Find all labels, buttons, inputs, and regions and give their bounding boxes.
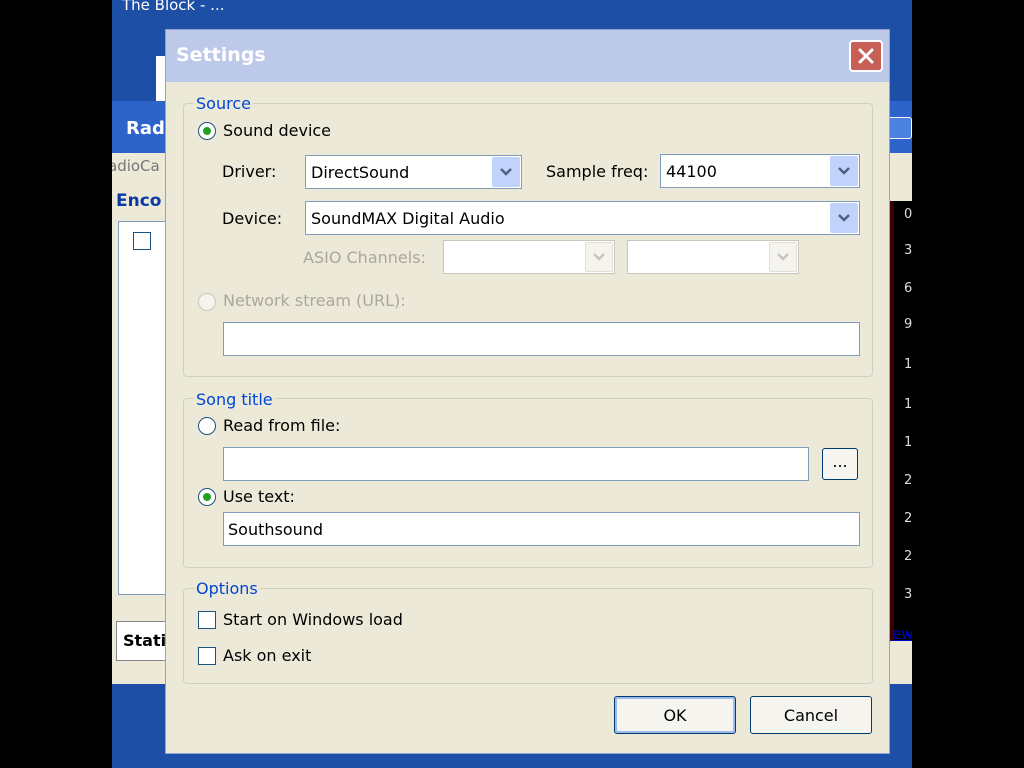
meter-tick: 2 — [904, 511, 912, 526]
encoders-label: Enco — [116, 191, 162, 211]
meter-tick: 1 — [904, 397, 912, 412]
meter-tick: 1 — [904, 435, 912, 450]
device-select[interactable]: SoundMAX Digital Audio — [305, 201, 860, 235]
sample-freq-select[interactable]: 44100 — [660, 154, 860, 188]
driver-select[interactable]: DirectSound — [305, 155, 522, 189]
dialog-title: Settings — [176, 44, 266, 66]
song-file-input[interactable] — [223, 447, 809, 481]
background-window-subtitle: adioCa — [112, 157, 160, 175]
asio-right-dropdown-button[interactable] — [769, 242, 797, 272]
sample-freq-dropdown-button[interactable] — [830, 156, 858, 186]
meter-tick: 3 — [904, 587, 912, 602]
chevron-down-icon — [593, 253, 605, 261]
use-text-radio[interactable] — [198, 488, 216, 506]
read-from-file-radio[interactable] — [198, 417, 216, 435]
chevron-down-icon — [838, 167, 850, 175]
desktop-window-title: The Block - ... — [122, 0, 225, 14]
read-from-file-label: Read from file: — [223, 416, 341, 435]
chevron-down-icon — [777, 253, 789, 261]
start-on-windows-load-checkbox[interactable] — [198, 611, 216, 629]
meter-tick: 1 — [904, 357, 912, 372]
meter-tick: 3 — [904, 243, 912, 258]
browse-button[interactable]: ... — [822, 448, 858, 480]
options-group-label: Options — [194, 579, 260, 598]
ok-button[interactable]: OK — [614, 696, 736, 734]
chevron-down-icon — [838, 214, 850, 222]
level-meter-bar — [890, 201, 894, 641]
driver-label: Driver: — [222, 162, 277, 181]
network-stream-label: Network stream (URL): — [223, 291, 406, 310]
asio-channels-label: ASIO Channels: — [303, 248, 426, 267]
encoder-checkbox[interactable] — [133, 232, 151, 250]
meter-tick: 2 — [904, 473, 912, 488]
device-value: SoundMAX Digital Audio — [311, 209, 505, 228]
asio-channel-right-select[interactable] — [627, 240, 799, 274]
sound-device-radio[interactable] — [198, 122, 216, 140]
driver-value: DirectSound — [311, 163, 410, 182]
network-stream-radio[interactable] — [198, 293, 216, 311]
ask-on-exit-checkbox[interactable] — [198, 647, 216, 665]
background-window-title: Rad — [126, 118, 165, 139]
source-group-label: Source — [194, 94, 253, 113]
asio-left-dropdown-button[interactable] — [585, 242, 613, 272]
dialog-titlebar[interactable]: Settings — [166, 30, 889, 82]
meter-tick: 9 — [904, 317, 912, 332]
song-title-group-label: Song title — [194, 390, 275, 409]
meter-tick: 2 — [904, 549, 912, 564]
view-link[interactable]: ew — [892, 625, 912, 643]
sample-freq-value: 44100 — [666, 162, 717, 181]
meter-tick: 0 — [904, 207, 912, 222]
network-url-input[interactable] — [223, 322, 860, 356]
close-icon — [858, 48, 874, 64]
start-on-windows-load-label: Start on Windows load — [223, 610, 403, 629]
settings-dialog: Settings Source Sound device Driver: Dir… — [165, 29, 890, 754]
close-button[interactable] — [849, 40, 883, 72]
use-text-label: Use text: — [223, 487, 295, 506]
driver-dropdown-button[interactable] — [492, 157, 520, 187]
tab-stations-label: Stati — [123, 631, 167, 650]
song-text-input[interactable]: Southsound — [223, 512, 860, 546]
options-group — [183, 588, 873, 684]
device-dropdown-button[interactable] — [830, 203, 858, 233]
ask-on-exit-label: Ask on exit — [223, 646, 312, 665]
sample-freq-label: Sample freq: — [546, 162, 649, 181]
chevron-down-icon — [500, 168, 512, 176]
meter-tick: 6 — [904, 281, 912, 296]
song-text-value: Southsound — [228, 520, 324, 539]
asio-channel-left-select[interactable] — [443, 240, 615, 274]
cancel-button[interactable]: Cancel — [750, 696, 872, 734]
sound-device-label: Sound device — [223, 121, 332, 140]
device-label: Device: — [222, 209, 283, 228]
